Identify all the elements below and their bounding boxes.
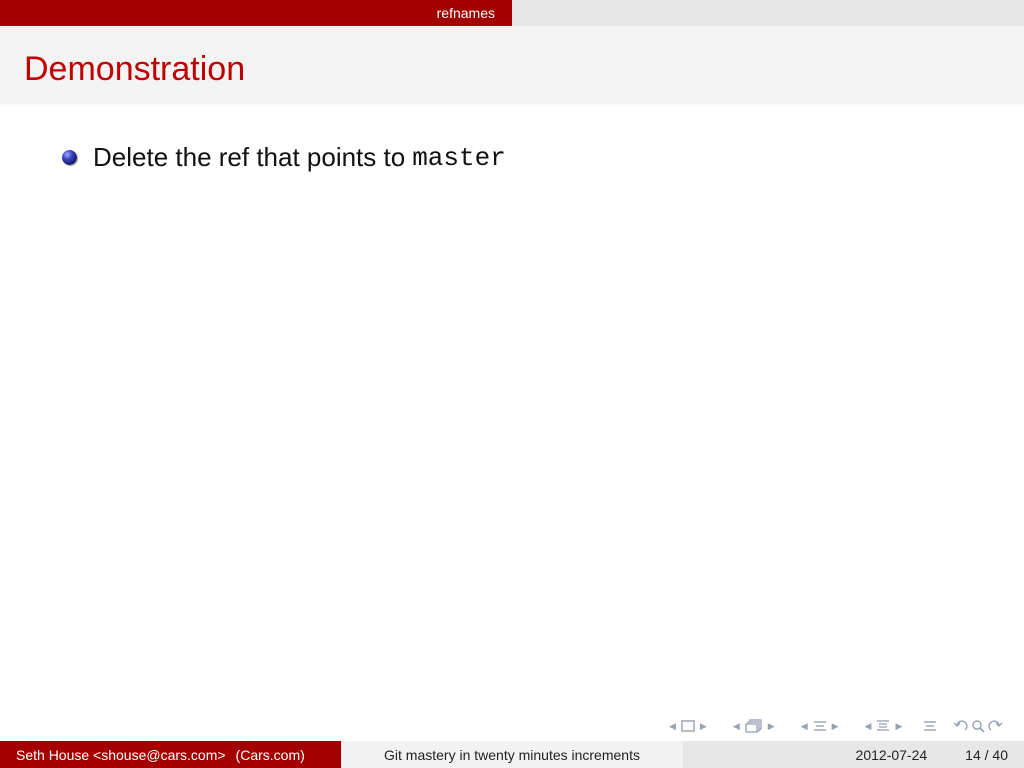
subsubsection-nav-icon[interactable] — [876, 719, 890, 733]
section-navigation-bar: refnames — [0, 0, 1024, 26]
subsection-prev-icon[interactable]: ◀ — [733, 721, 740, 732]
bullet-ball-icon — [62, 150, 77, 165]
document-nav-group — [923, 719, 937, 733]
section-nav-empty — [512, 0, 1024, 26]
frame-prev-icon[interactable]: ◀ — [669, 721, 676, 732]
slide: refnames Demonstration Delete the ref th… — [0, 0, 1024, 768]
footer-institute: (Cars.com) — [235, 746, 305, 763]
footer-page-number: 14 / 40 — [965, 746, 1008, 763]
section-nav-current[interactable]: refnames — [0, 0, 512, 26]
footer-title-box: Git mastery in twenty minutes increments — [341, 741, 683, 768]
frame-title-band: Demonstration — [0, 26, 1024, 102]
forward-nav-icon[interactable] — [987, 719, 1003, 733]
section-nav-group: ◀ ▶ — [796, 719, 844, 733]
bullet-text: Delete the ref that points to — [93, 142, 406, 172]
footer-author-box: Seth House <shouse@cars.com> (Cars.com) — [0, 741, 341, 768]
footline: Seth House <shouse@cars.com> (Cars.com) … — [0, 741, 1024, 768]
subsubsection-next-icon[interactable]: ▶ — [895, 721, 902, 732]
frame-nav-icon[interactable] — [681, 720, 695, 732]
subsubsection-prev-icon[interactable]: ◀ — [865, 721, 872, 732]
subsection-next-icon[interactable]: ▶ — [768, 721, 775, 732]
document-nav-icon[interactable] — [923, 719, 937, 733]
search-icon[interactable] — [971, 719, 985, 733]
frame-next-icon[interactable]: ▶ — [700, 721, 707, 732]
section-nav-label: refnames — [436, 5, 495, 21]
search-nav-group — [953, 719, 1003, 733]
subsubsection-nav-group: ◀ ▶ — [860, 719, 908, 733]
footer-date-box: 2012-07-24 14 / 40 — [683, 741, 1024, 768]
section-nav-icon[interactable] — [813, 719, 827, 733]
list-item: Delete the ref that points to master — [62, 142, 506, 173]
frame-body: Delete the ref that points to master — [0, 102, 1024, 702]
subsection-nav-icon[interactable] — [745, 719, 763, 733]
back-nav-icon[interactable] — [953, 719, 969, 733]
navigation-symbols: ◀ ▶ ◀ ▶ ◀ ▶ ◀ ▶ — [664, 716, 1003, 736]
section-next-icon[interactable]: ▶ — [832, 721, 839, 732]
bullet-code: master — [412, 142, 506, 173]
frame-nav-group: ◀ ▶ — [664, 720, 712, 732]
subsection-nav-group: ◀ ▶ — [728, 719, 780, 733]
footer-talk-title: Git mastery in twenty minutes increments — [384, 746, 640, 763]
frame-title: Demonstration — [24, 50, 246, 88]
section-prev-icon[interactable]: ◀ — [801, 721, 808, 732]
footer-author: Seth House <shouse@cars.com> — [16, 746, 226, 763]
footer-date: 2012-07-24 — [855, 746, 928, 763]
